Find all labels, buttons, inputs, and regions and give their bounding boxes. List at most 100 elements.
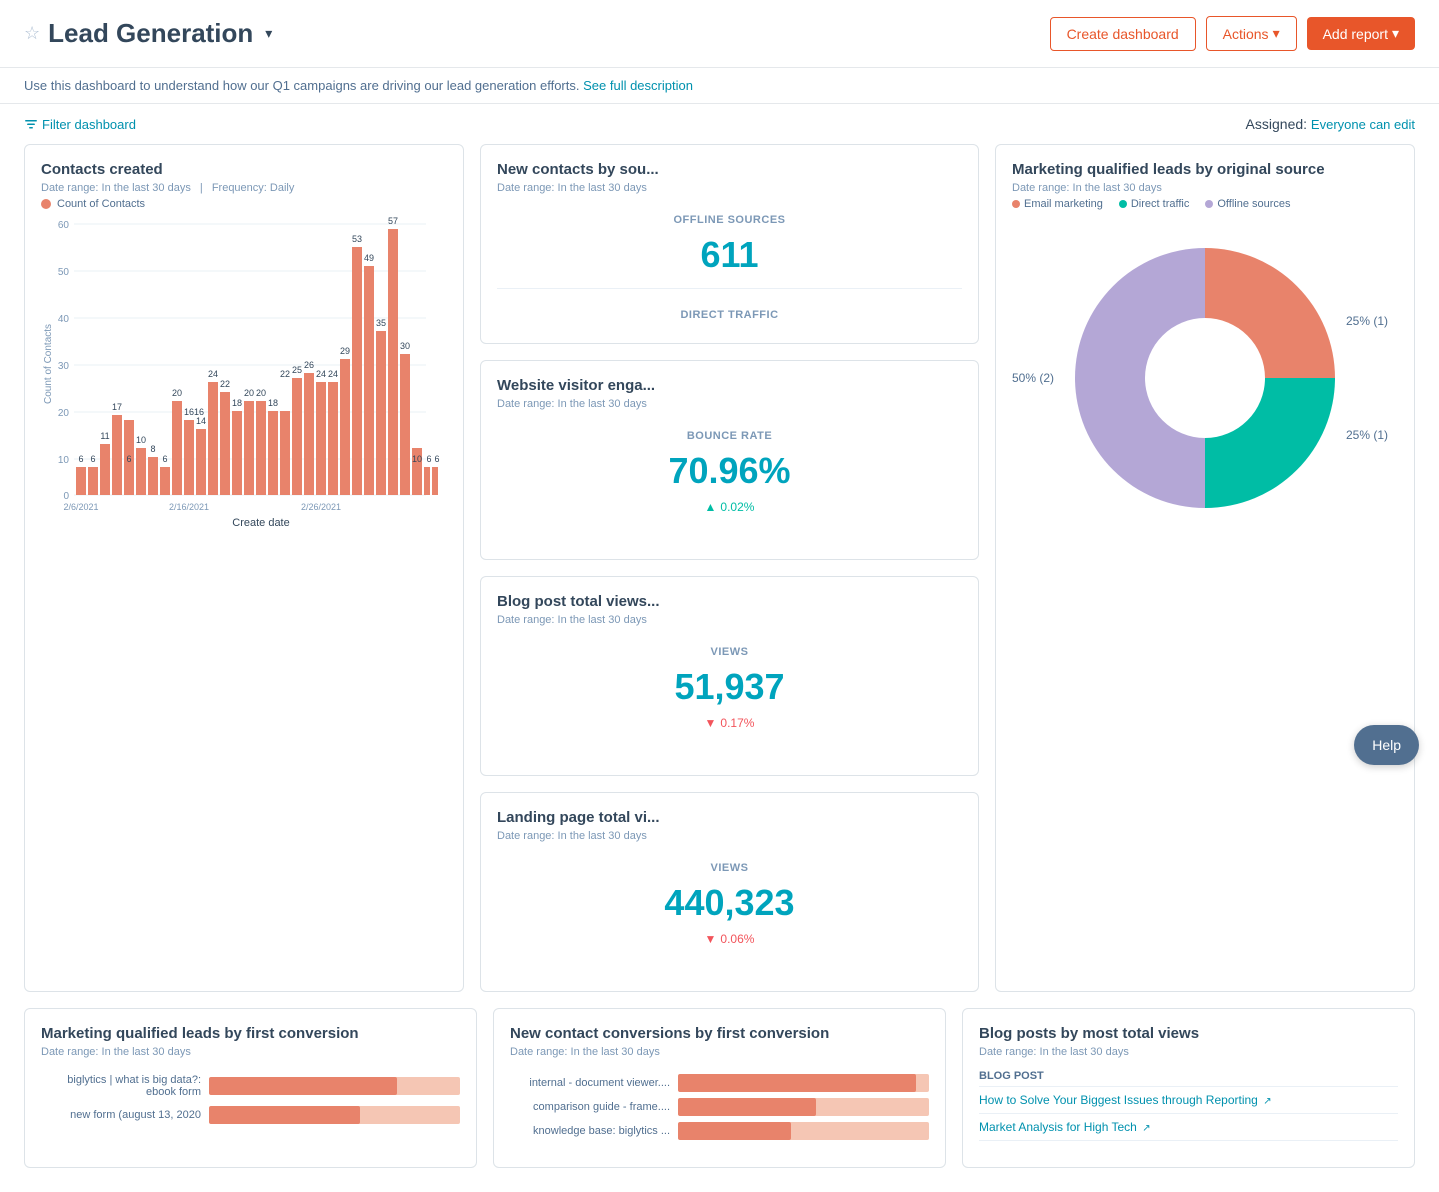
pie-legend: Email marketing Direct traffic Offline s… <box>1012 198 1398 210</box>
bar-label: internal - document viewer.... <box>510 1077 670 1089</box>
header-left: ☆ Lead Generation ▾ <box>24 18 272 49</box>
offline-dot <box>1205 200 1213 208</box>
svg-text:53: 53 <box>352 234 362 244</box>
direct-traffic-label: DIRECT TRAFFIC <box>497 309 962 321</box>
bar-track <box>209 1077 460 1095</box>
svg-text:50: 50 <box>58 267 70 278</box>
bar-label: new form (august 13, 2020 <box>41 1109 201 1121</box>
header: ☆ Lead Generation ▾ Create dashboard Act… <box>0 0 1439 68</box>
contacts-created-title: Contacts created <box>41 161 447 178</box>
contacts-created-card: Contacts created Date range: In the last… <box>24 144 464 992</box>
blog-posts-date: Date range: In the last 30 days <box>979 1046 1398 1058</box>
contacts-created-subtitle: Date range: In the last 30 days | Freque… <box>41 182 447 194</box>
bar-label: comparison guide - frame.... <box>510 1101 670 1113</box>
email-dot <box>1012 200 1020 208</box>
star-icon[interactable]: ☆ <box>24 23 40 44</box>
actions-label: Actions <box>1223 26 1269 42</box>
bar-track <box>678 1074 929 1092</box>
mql-conversion-title: Marketing qualified leads by first conve… <box>41 1025 460 1042</box>
add-report-label: Add report <box>1323 26 1388 42</box>
svg-text:25: 25 <box>292 365 302 375</box>
bar-17 <box>280 411 290 495</box>
svg-text:24: 24 <box>208 369 218 379</box>
header-right: Create dashboard Actions ▾ Add report ▾ <box>1050 16 1415 51</box>
svg-text:6: 6 <box>90 454 95 464</box>
svg-text:10: 10 <box>136 435 146 445</box>
new-contacts-title: New contacts by sou... <box>497 161 962 178</box>
bar-fill <box>678 1098 816 1116</box>
conversion-bars: internal - document viewer.... compariso… <box>510 1074 929 1140</box>
blog-post-link-1[interactable]: How to Solve Your Biggest Issues through… <box>979 1087 1398 1114</box>
description-bar: Use this dashboard to understand how our… <box>0 68 1439 104</box>
bar-29 <box>424 467 430 495</box>
svg-text:17: 17 <box>112 402 122 412</box>
mql-source-title: Marketing qualified leads by original so… <box>1012 161 1398 178</box>
blog-post-link-2[interactable]: Market Analysis for High Tech ↗ <box>979 1114 1398 1141</box>
new-contacts-date: Date range: In the last 30 days <box>497 182 962 194</box>
help-button[interactable]: Help <box>1354 725 1419 765</box>
list-item: comparison guide - frame.... <box>510 1098 929 1116</box>
mql-conversion-date: Date range: In the last 30 days <box>41 1046 460 1058</box>
svg-text:10: 10 <box>58 455 70 466</box>
blog-views-change: ▼ 0.17% <box>497 716 962 730</box>
actions-button[interactable]: Actions ▾ <box>1206 16 1297 51</box>
chevron-down-icon[interactable]: ▾ <box>265 25 272 42</box>
svg-text:Count of Contacts: Count of Contacts <box>43 324 54 404</box>
add-report-chevron-icon: ▾ <box>1392 25 1399 42</box>
website-visitor-card: Website visitor enga... Date range: In t… <box>480 360 979 560</box>
svg-text:20: 20 <box>256 388 266 398</box>
row-2: Marketing qualified leads by first conve… <box>24 1008 1415 1168</box>
bar-label: biglytics | what is big data?:ebook form <box>41 1074 201 1098</box>
list-item: internal - document viewer.... <box>510 1074 929 1092</box>
offline-sources-value: 611 <box>497 234 962 276</box>
bar-5 <box>136 448 146 495</box>
mql-source-date: Date range: In the last 30 days <box>1012 182 1398 194</box>
legend-email: Email marketing <box>1012 198 1103 210</box>
bar-22 <box>340 359 350 495</box>
blog-table: BLOG POST How to Solve Your Biggest Issu… <box>979 1066 1398 1141</box>
bar-track <box>678 1122 929 1140</box>
table-row: How to Solve Your Biggest Issues through… <box>979 1087 1398 1114</box>
blog-link-2[interactable]: Market Analysis for High Tech ↗ <box>979 1120 1151 1134</box>
mql-bars: biglytics | what is big data?:ebook form… <box>41 1074 460 1124</box>
pie-label-right-bottom: 25% (1) <box>1346 428 1388 442</box>
svg-text:Create date: Create date <box>232 517 289 529</box>
legend-offline: Offline sources <box>1205 198 1290 210</box>
website-visitor-title: Website visitor enga... <box>497 377 962 394</box>
svg-text:2/6/2021: 2/6/2021 <box>63 502 98 512</box>
see-full-description-link[interactable]: See full description <box>583 78 693 93</box>
svg-text:6: 6 <box>426 454 431 464</box>
svg-text:57: 57 <box>388 216 398 226</box>
bar-27 <box>400 354 410 495</box>
landing-views-value: 440,323 <box>497 882 962 924</box>
blog-link-1[interactable]: How to Solve Your Biggest Issues through… <box>979 1093 1272 1107</box>
middle-column: New contacts by sou... Date range: In th… <box>480 144 979 992</box>
blog-post-views-title: Blog post total views... <box>497 593 962 610</box>
bar-18 <box>292 378 302 495</box>
create-dashboard-button[interactable]: Create dashboard <box>1050 17 1196 51</box>
svg-text:30: 30 <box>58 361 70 372</box>
list-item: new form (august 13, 2020 <box>41 1106 460 1124</box>
bar-24 <box>364 266 374 495</box>
external-link-icon-2: ↗ <box>1142 1123 1150 1134</box>
assigned-value[interactable]: Everyone can edit <box>1311 117 1415 132</box>
list-item: biglytics | what is big data?:ebook form <box>41 1074 460 1098</box>
svg-text:40: 40 <box>58 314 70 325</box>
pie-label-left: 50% (2) <box>1012 371 1054 385</box>
bar-30 <box>432 467 438 495</box>
landing-page-views-card: Landing page total vi... Date range: In … <box>480 792 979 992</box>
bar-1 <box>88 467 98 495</box>
filter-dashboard-link[interactable]: Filter dashboard <box>24 117 136 132</box>
external-link-icon: ↗ <box>1263 1096 1271 1107</box>
add-report-button[interactable]: Add report ▾ <box>1307 17 1415 50</box>
svg-text:10: 10 <box>412 454 422 464</box>
filter-icon <box>24 117 38 131</box>
blog-posts-title: Blog posts by most total views <box>979 1025 1398 1042</box>
svg-text:11: 11 <box>100 431 109 441</box>
bar-8 <box>172 401 182 495</box>
svg-text:30: 30 <box>400 341 410 351</box>
list-item: knowledge base: biglytics ... <box>510 1122 929 1140</box>
up-arrow-icon: ▲ <box>705 500 717 514</box>
bounce-rate-value: 70.96% <box>497 450 962 492</box>
new-contact-conversions-title: New contact conversions by first convers… <box>510 1025 929 1042</box>
